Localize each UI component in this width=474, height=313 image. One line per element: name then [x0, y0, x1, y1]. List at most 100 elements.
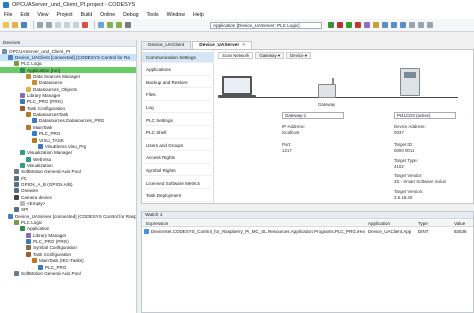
tree-item[interactable]: Datasources.Datasources_PRG: [0, 118, 136, 124]
tree-item[interactable]: VisuElems.Visu_Prg: [0, 143, 136, 149]
device-icon: [8, 54, 13, 60]
close-icon[interactable]: ×: [242, 43, 245, 48]
tree-item[interactable]: GPIOs_A_B (GPIOs A/B): [0, 181, 136, 187]
breakpoint-toggle-icon[interactable]: [373, 22, 379, 28]
redo-icon[interactable]: [46, 22, 52, 28]
gateway-dropdown[interactable]: Gateway ▾: [255, 52, 285, 59]
tree-item[interactable]: PLC_PRG: [0, 264, 136, 270]
tree-item[interactable]: Symbol Configuration: [0, 245, 136, 251]
step-into-icon[interactable]: [391, 22, 397, 28]
settings-nav-item[interactable]: Communication Settings: [142, 52, 214, 63]
table-row[interactable]: DeviceSet.CODESYS_Control_for_Raspberry_…: [142, 228, 473, 235]
tree-item[interactable]: MainTask: [0, 124, 136, 130]
settings-nav-item[interactable]: Task Deployment: [142, 191, 214, 202]
menu-project[interactable]: Project: [56, 12, 72, 18]
breakpoint-icon[interactable]: [125, 22, 131, 28]
tree-item[interactable]: Camera device: [0, 194, 136, 200]
menu-build[interactable]: Build: [81, 12, 93, 18]
tree-item[interactable]: Data Sources Manager: [0, 73, 136, 80]
tree-item[interactable]: Task Configuration: [0, 251, 136, 257]
tree-item[interactable]: <Empty>: [0, 200, 136, 207]
tree-item[interactable]: PLC Logic: [0, 219, 136, 226]
column-application[interactable]: Application: [368, 221, 390, 226]
devices-panel-title: Devices: [0, 40, 136, 47]
step-over-icon[interactable]: [382, 22, 388, 28]
column-type[interactable]: Type: [418, 221, 428, 226]
menu-file[interactable]: File: [4, 12, 12, 18]
menu-debug[interactable]: Debug: [123, 12, 138, 18]
tree-item[interactable]: WebVisu: [0, 156, 136, 162]
force-values-icon[interactable]: [418, 22, 424, 28]
settings-nav-item[interactable]: Access Rights: [142, 153, 214, 164]
rebuild-icon[interactable]: [116, 22, 122, 28]
settings-nav-item[interactable]: Users and Groups: [142, 140, 214, 152]
menu-edit[interactable]: Edit: [20, 12, 29, 18]
tree-item[interactable]: SoftMotion General Axis Pool: [0, 169, 136, 175]
menu-tools[interactable]: Tools: [146, 12, 158, 18]
tree-item[interactable]: Onewire: [0, 188, 136, 194]
find-icon[interactable]: [98, 22, 104, 28]
active-application-select[interactable]: Application [Device_UAServer: PLC Logic]: [210, 22, 322, 29]
tree-item[interactable]: Library Manager: [0, 232, 136, 238]
cut-icon[interactable]: [55, 22, 61, 28]
reset-icon[interactable]: [364, 22, 370, 28]
gateway-select[interactable]: Gateway-1: [282, 112, 344, 119]
menu-window[interactable]: Window: [167, 12, 185, 18]
settings-nav-item[interactable]: Backup and Restore: [142, 77, 214, 89]
tree-item[interactable]: Task Configuration: [0, 105, 136, 111]
stop-icon[interactable]: [355, 22, 361, 28]
device-dropdown[interactable]: Device ▾: [286, 52, 311, 59]
tree-item[interactable]: DatasourcesTask: [0, 112, 136, 118]
settings-nav-item[interactable]: PLC Shell: [142, 128, 214, 139]
tree-item[interactable]: Device_UAClient [connected] (CODESYS Con…: [0, 54, 136, 61]
copy-icon[interactable]: [64, 22, 70, 28]
settings-nav-item[interactable]: Files: [142, 90, 214, 101]
tree-item[interactable]: PLC_PRG (PRG): [0, 239, 136, 245]
write-values-icon[interactable]: [409, 22, 415, 28]
tree-item[interactable]: Datasource: [0, 80, 136, 86]
column-value[interactable]: Value: [454, 221, 465, 226]
tree-item[interactable]: Library Manager: [0, 92, 136, 99]
save-icon[interactable]: [21, 22, 27, 28]
device-select[interactable]: PI4LCD3 (active): [394, 112, 456, 119]
menu-help[interactable]: Help: [193, 12, 204, 18]
unforce-icon[interactable]: [427, 22, 433, 28]
start-icon[interactable]: [346, 22, 352, 28]
tree-item[interactable]: SoftMotion General Axis Pool: [0, 270, 136, 276]
tree-item[interactable]: VISU_TASK: [0, 137, 136, 143]
column-expression[interactable]: Expression: [146, 221, 168, 226]
delete-icon[interactable]: [82, 22, 88, 28]
tree-item[interactable]: Device_UAServer [connected] (CODESYS Con…: [0, 213, 136, 219]
new-project-icon[interactable]: [3, 22, 9, 28]
tree-item[interactable]: PLC_PRG (PRG): [0, 99, 136, 105]
tree-item[interactable]: Visualization: [0, 162, 136, 168]
target-type-label: Target Type:: [394, 158, 419, 163]
tree-item[interactable]: I²C: [0, 175, 136, 181]
settings-nav-item[interactable]: PLC Settings: [142, 115, 214, 126]
scan-network-button[interactable]: Scan Network: [218, 52, 254, 59]
undo-icon[interactable]: [37, 22, 43, 28]
tree-item[interactable]: Application [run]: [0, 67, 136, 74]
tree-item[interactable]: SPI: [0, 207, 136, 213]
tree-item[interactable]: PLC_PRG: [0, 131, 136, 137]
settings-nav-item[interactable]: Licensed Software Metrics: [142, 178, 214, 189]
tree-item[interactable]: Datasources_Objects: [0, 86, 136, 92]
login-icon[interactable]: [328, 22, 334, 28]
settings-nav-item[interactable]: Symbol Rights: [142, 165, 214, 177]
menu-view[interactable]: View: [37, 12, 48, 18]
tree-item[interactable]: OPCUAServer_und_Client_PI: [0, 48, 136, 54]
menu-online[interactable]: Online: [100, 12, 115, 18]
logout-icon[interactable]: [337, 22, 343, 28]
settings-nav-item[interactable]: Applications: [142, 65, 214, 76]
tab-device-uaserver[interactable]: Device_UAServer ×: [192, 41, 253, 49]
tree-item[interactable]: Visualization Manager: [0, 150, 136, 156]
step-out-icon[interactable]: [400, 22, 406, 28]
tab-device-uaclient[interactable]: Device_UAClient: [141, 41, 192, 49]
settings-nav-item[interactable]: Log: [142, 102, 214, 114]
build-icon[interactable]: [107, 22, 113, 28]
tree-item[interactable]: MainTask (IEC-Tasks): [0, 258, 136, 264]
paste-icon[interactable]: [73, 22, 79, 28]
open-project-icon[interactable]: [12, 22, 18, 28]
tree-item[interactable]: Application: [0, 226, 136, 232]
tree-item[interactable]: PLC Logic: [0, 61, 136, 67]
